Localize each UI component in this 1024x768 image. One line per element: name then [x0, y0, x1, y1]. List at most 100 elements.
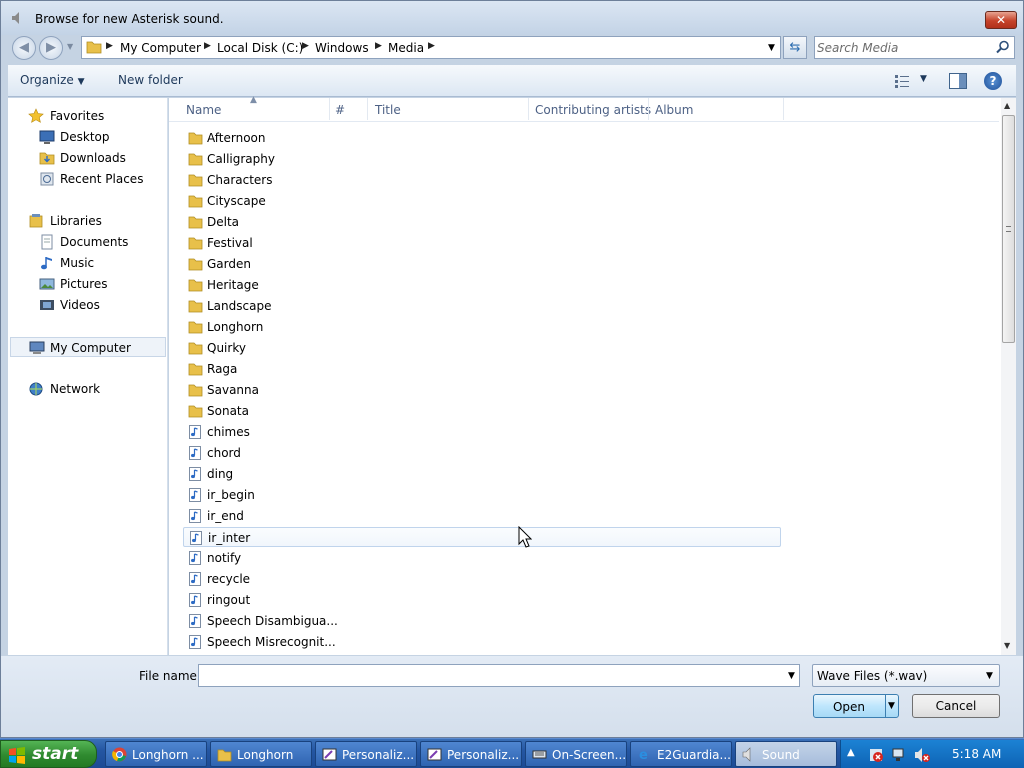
- tray-expand-icon[interactable]: ▲: [847, 747, 855, 758]
- address-bar[interactable]: ▶ My Computer ▶ Local Disk (C:) ▶ Window…: [81, 36, 781, 59]
- scroll-down-icon[interactable]: ▼: [1004, 641, 1010, 650]
- audio-file-row[interactable]: ringout: [183, 590, 781, 610]
- file-name-dropdown-icon[interactable]: ▼: [788, 671, 795, 681]
- breadcrumb-local-disk[interactable]: Local Disk (C:): [217, 41, 303, 55]
- preview-pane-icon[interactable]: [949, 73, 967, 89]
- nav-music[interactable]: Music: [8, 253, 166, 273]
- breadcrumb-media[interactable]: Media: [388, 41, 424, 55]
- desktop-icon: [39, 130, 55, 144]
- file-type-dropdown-icon[interactable]: ▼: [986, 671, 993, 681]
- column-header-number[interactable]: #: [335, 103, 345, 117]
- back-button[interactable]: ◀: [12, 36, 36, 60]
- breadcrumb-separator-icon[interactable]: ▶: [375, 41, 382, 51]
- taskbar-button[interactable]: Longhorn: [210, 741, 312, 767]
- nav-my-computer[interactable]: My Computer: [10, 337, 166, 357]
- folder-row[interactable]: Garden: [183, 254, 781, 274]
- column-header-title[interactable]: Title: [375, 103, 401, 117]
- organize-button[interactable]: Organize ▼: [20, 73, 85, 87]
- file-type-select[interactable]: Wave Files (*.wav) ▼: [812, 664, 1000, 687]
- column-header-album[interactable]: Album: [655, 103, 693, 117]
- search-input[interactable]: [817, 39, 987, 56]
- folder-row[interactable]: Characters: [183, 170, 781, 190]
- forward-button[interactable]: ▶: [39, 36, 63, 60]
- file-name-combobox[interactable]: ▼: [198, 664, 800, 687]
- cancel-button[interactable]: Cancel: [912, 694, 1000, 718]
- taskbar-button[interactable]: Personaliz...: [315, 741, 417, 767]
- folder-row[interactable]: Sonata: [183, 401, 781, 421]
- audio-file-row[interactable]: ir_end: [183, 506, 781, 526]
- nav-desktop[interactable]: Desktop: [8, 127, 166, 147]
- nav-videos[interactable]: Videos: [8, 295, 166, 315]
- nav-libraries[interactable]: Libraries: [8, 211, 166, 231]
- folder-icon: [188, 237, 203, 250]
- folder-row[interactable]: Heritage: [183, 275, 781, 295]
- folder-row[interactable]: Cityscape: [183, 191, 781, 211]
- scroll-up-icon[interactable]: ▲: [1004, 101, 1010, 110]
- nav-pictures[interactable]: Pictures: [8, 274, 166, 294]
- breadcrumb-windows[interactable]: Windows: [315, 41, 369, 55]
- start-button[interactable]: start: [0, 740, 97, 768]
- taskbar-button[interactable]: Longhorn ...: [105, 741, 207, 767]
- taskbar-button[interactable]: e E2Guardia...: [630, 741, 732, 767]
- security-alert-icon[interactable]: [868, 747, 884, 763]
- scroll-thumb[interactable]: [1002, 115, 1015, 343]
- views-dropdown-icon[interactable]: ▼: [920, 74, 927, 84]
- file-name-input[interactable]: [201, 667, 781, 684]
- file-name: Quirky: [207, 341, 246, 355]
- column-header-contributing-artists[interactable]: Contributing artists: [535, 103, 651, 117]
- help-icon[interactable]: ?: [984, 72, 1002, 90]
- breadcrumb-separator-icon[interactable]: ▶: [302, 41, 309, 51]
- pictures-icon: [39, 278, 55, 290]
- folder-row[interactable]: Savanna: [183, 380, 781, 400]
- audio-file-row[interactable]: notify: [183, 548, 781, 568]
- audio-file-row[interactable]: ding: [183, 464, 781, 484]
- taskbar-button[interactable]: Sound: [735, 741, 837, 767]
- title-bar[interactable]: Browse for new Asterisk sound. ✕: [1, 1, 1023, 35]
- audio-file-row[interactable]: ir_begin: [183, 485, 781, 505]
- volume-muted-icon[interactable]: [914, 747, 930, 763]
- audio-file-row[interactable]: recycle: [183, 569, 781, 589]
- nav-network[interactable]: Network: [8, 379, 166, 399]
- folder-row[interactable]: Raga: [183, 359, 781, 379]
- open-options-dropdown-icon[interactable]: ▼: [888, 701, 895, 711]
- vertical-scrollbar[interactable]: ▲ ▼: [1001, 98, 1016, 655]
- folder-row[interactable]: Festival: [183, 233, 781, 253]
- breadcrumb-separator-icon[interactable]: ▶: [204, 41, 211, 51]
- views-icon[interactable]: [894, 74, 910, 88]
- column-header-name[interactable]: Name: [186, 103, 221, 117]
- audio-file-row[interactable]: chimes: [183, 422, 781, 442]
- audio-file-row[interactable]: Speech Misrecognit...: [183, 632, 781, 652]
- breadcrumb-separator-icon[interactable]: ▶: [106, 41, 113, 51]
- open-button[interactable]: Open ▼: [813, 694, 899, 718]
- audio-file-row[interactable]: Speech Disambigua...: [183, 611, 781, 631]
- nav-favorites[interactable]: Favorites: [8, 106, 166, 126]
- close-button[interactable]: ✕: [985, 11, 1017, 29]
- file-list: ▲ Name # Title Contributing artists Albu…: [169, 95, 1016, 655]
- nav-recent-places[interactable]: Recent Places: [8, 169, 166, 189]
- folder-row[interactable]: Quirky: [183, 338, 781, 358]
- nav-downloads[interactable]: Downloads: [8, 148, 166, 168]
- breadcrumb-separator-icon[interactable]: ▶: [428, 41, 435, 51]
- folder-row[interactable]: Calligraphy: [183, 149, 781, 169]
- folder-row[interactable]: Landscape: [183, 296, 781, 316]
- audio-file-row[interactable]: chord: [183, 443, 781, 463]
- breadcrumb-my-computer[interactable]: My Computer: [120, 41, 201, 55]
- search-box[interactable]: [814, 36, 1015, 59]
- taskbar-button[interactable]: Personaliz...: [420, 741, 522, 767]
- clock[interactable]: 5:18 AM: [952, 747, 1001, 761]
- file-name: Raga: [207, 362, 238, 376]
- folder-row[interactable]: Afternoon: [183, 128, 781, 148]
- recent-pages-dropdown-icon[interactable]: ▼: [67, 42, 73, 51]
- network-tray-icon[interactable]: [891, 747, 907, 763]
- taskbar-button[interactable]: On-Screen...: [525, 741, 627, 767]
- audio-file-row[interactable]: ir_inter: [183, 527, 781, 547]
- nav-documents[interactable]: Documents: [8, 232, 166, 252]
- address-dropdown-icon[interactable]: ▼: [768, 43, 775, 53]
- folder-icon: [86, 41, 102, 54]
- folder-row[interactable]: Longhorn: [183, 317, 781, 337]
- new-folder-button[interactable]: New folder: [118, 73, 183, 87]
- folder-row[interactable]: Delta: [183, 212, 781, 232]
- refresh-button[interactable]: ⇆: [783, 36, 807, 59]
- search-icon[interactable]: [996, 40, 1010, 54]
- libraries-icon: [29, 214, 43, 228]
